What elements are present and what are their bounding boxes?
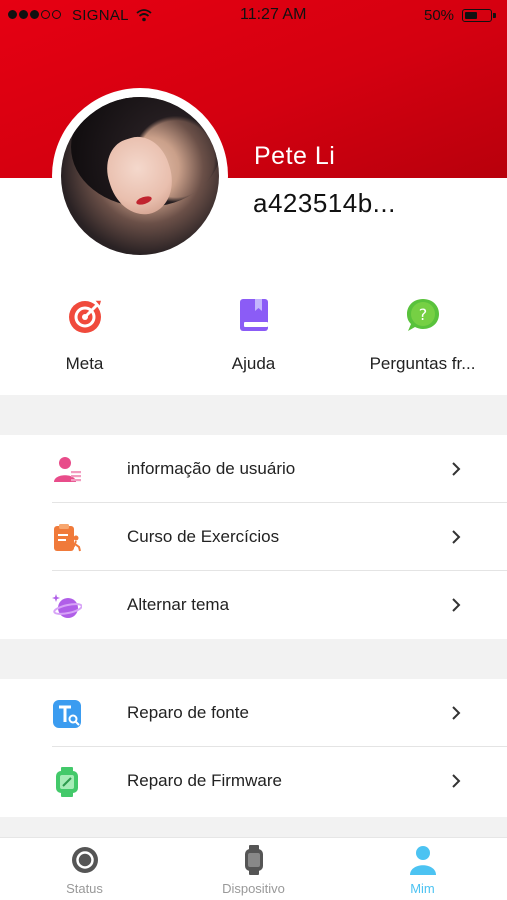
question-bubble-icon: ? — [406, 299, 439, 331]
tab-me[interactable]: Mim — [338, 838, 507, 900]
battery-percent: 50% — [424, 7, 455, 24]
chevron-right-icon — [452, 598, 461, 612]
menu-item-label: Curso de Exercícios — [127, 527, 280, 546]
avatar[interactable] — [52, 88, 228, 264]
planet-theme-icon — [52, 594, 82, 618]
exercise-clipboard-icon — [54, 524, 81, 552]
battery-icon — [462, 9, 496, 22]
clock: 11:27 AM — [240, 6, 307, 23]
svg-text:?: ? — [418, 305, 427, 324]
menu-item-label: Alternar tema — [127, 595, 230, 614]
status-ring-icon — [71, 847, 98, 873]
carrier-label: SIGNAL — [72, 7, 129, 24]
firmware-watch-icon — [56, 767, 78, 797]
avatar-image — [61, 97, 219, 255]
tab-device[interactable]: Dispositivo — [169, 838, 338, 900]
target-icon — [68, 299, 103, 333]
signal-strength-icon — [8, 10, 61, 19]
quick-action-ajuda[interactable]: Ajuda — [169, 296, 338, 386]
person-icon — [409, 846, 436, 875]
menu-item-switch-theme[interactable]: Alternar tema — [0, 571, 507, 639]
menu-item-label: Reparo de Firmware — [127, 771, 282, 790]
menu-item-label: Reparo de fonte — [127, 703, 249, 722]
menu-item-label: informação de usuário — [127, 459, 296, 478]
menu-item-font-repair[interactable]: Reparo de fonte — [0, 679, 507, 747]
quick-action-label: Perguntas fr... — [369, 354, 476, 373]
chevron-right-icon — [452, 706, 461, 720]
tab-label: Status — [66, 881, 103, 896]
user-info-icon — [54, 457, 81, 482]
chevron-right-icon — [452, 462, 461, 476]
quick-action-perguntas[interactable]: ? Perguntas fr... — [338, 296, 507, 386]
bottom-tab-bar: Status Dispositivo Mim — [0, 837, 507, 900]
user-id: a423514b... — [253, 188, 396, 218]
user-name: Pete Li — [254, 142, 336, 170]
settings-group-repair: Reparo de fonte Reparo de Firmware — [0, 679, 507, 817]
quick-action-label: Meta — [65, 354, 104, 373]
quick-action-meta[interactable]: Meta — [0, 296, 169, 386]
book-icon — [239, 299, 268, 331]
watch-icon — [244, 845, 263, 875]
tab-label: Mim — [410, 881, 435, 896]
settings-group-account: informação de usuário Curso de Exercício… — [0, 435, 507, 639]
font-repair-icon — [53, 700, 81, 728]
tab-label: Dispositivo — [222, 881, 285, 896]
wifi-icon — [136, 9, 152, 22]
tab-status[interactable]: Status — [0, 838, 169, 900]
menu-item-firmware-repair[interactable]: Reparo de Firmware — [0, 747, 507, 817]
quick-action-label: Ajuda — [231, 354, 276, 373]
menu-item-user-info[interactable]: informação de usuário — [0, 435, 507, 503]
chevron-right-icon — [452, 530, 461, 544]
menu-item-exercise-course[interactable]: Curso de Exercícios — [0, 503, 507, 571]
chevron-right-icon — [452, 774, 461, 788]
status-bar: SIGNAL 11:27 AM 50% — [0, 0, 507, 30]
